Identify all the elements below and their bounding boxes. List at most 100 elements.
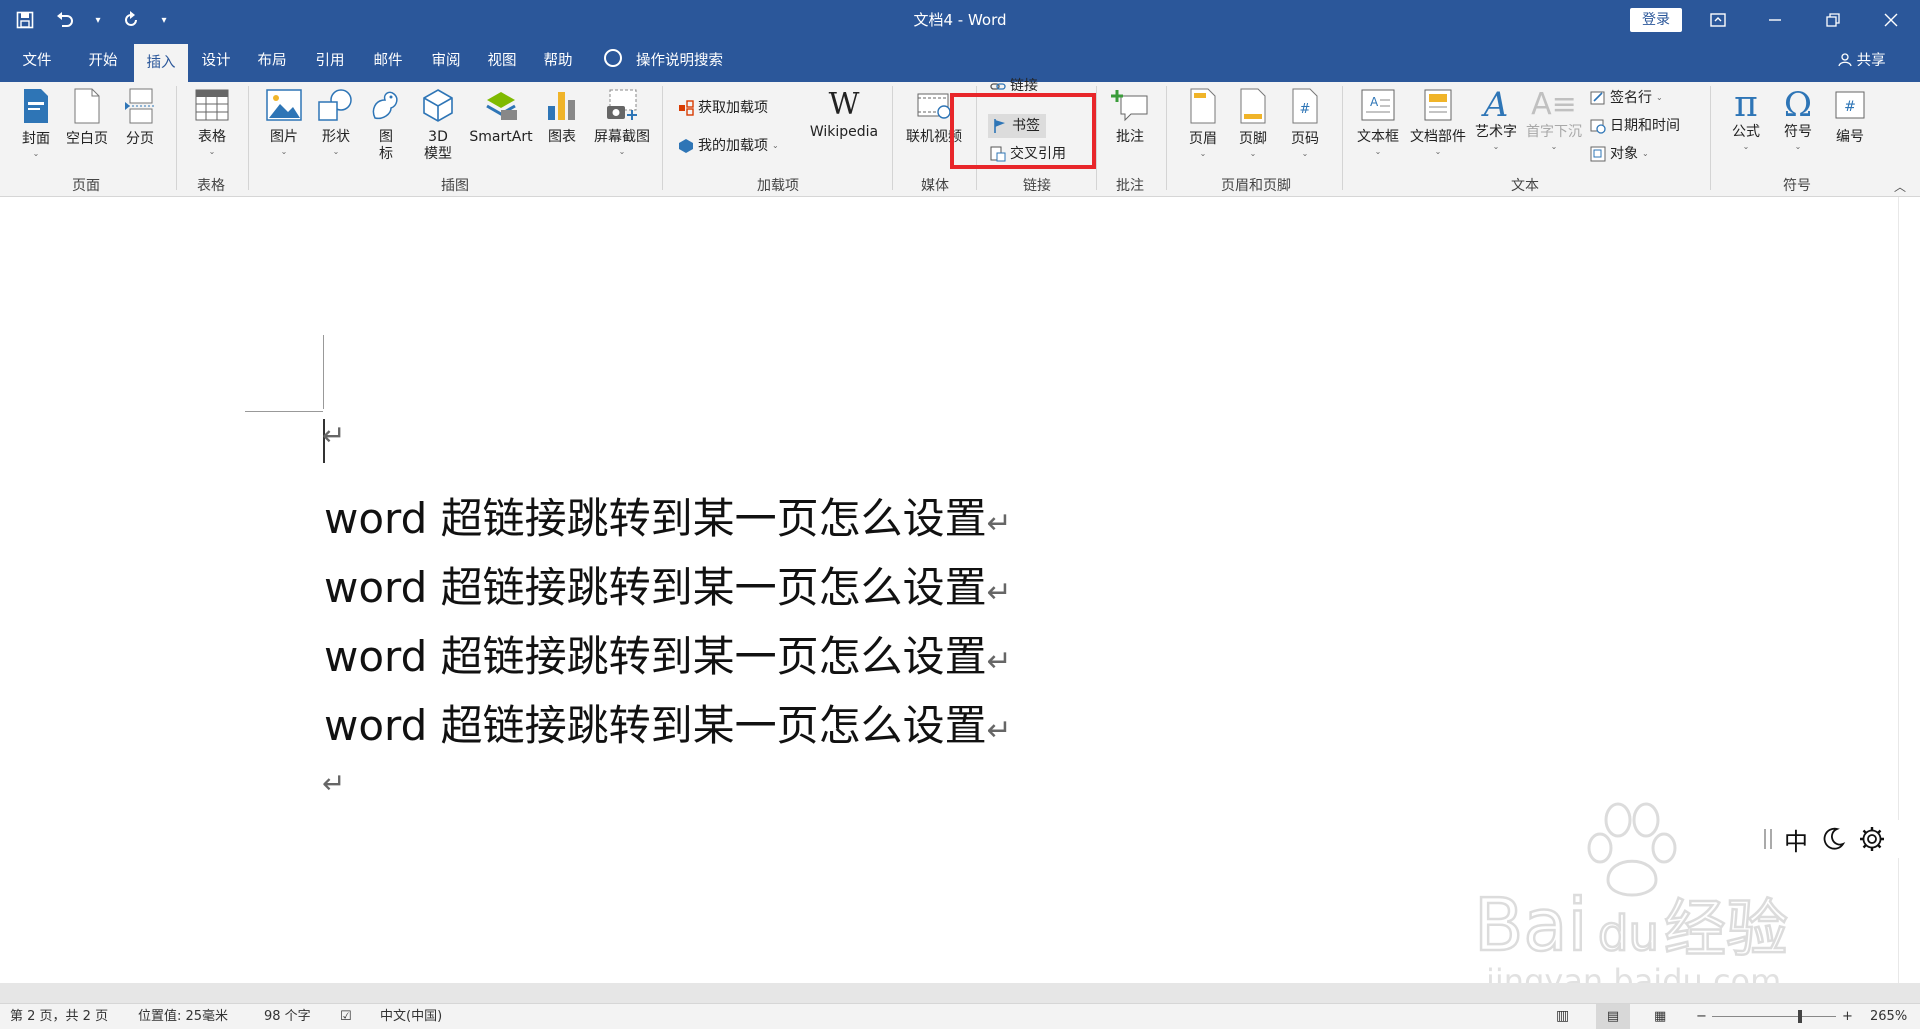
icons-button[interactable]: 图 标: [366, 88, 406, 163]
group-divider: [1342, 86, 1343, 190]
table-label: 表格: [198, 129, 226, 145]
vertical-scrollbar[interactable]: [1898, 197, 1920, 983]
chevron-down-icon: ⌄: [1249, 149, 1257, 158]
footer-button[interactable]: 页脚 ⌄: [1230, 88, 1276, 160]
pictures-label: 图片: [270, 129, 298, 145]
group-divider: [248, 86, 249, 190]
screenshot-button[interactable]: 屏幕截图 ⌄: [588, 88, 656, 158]
object-button[interactable]: 对象 ⌄: [1590, 142, 1649, 166]
group-divider: [1710, 86, 1711, 190]
chevron-down-icon: ⌄: [1492, 142, 1500, 151]
ribbon-display-options-button[interactable]: [1695, 0, 1741, 40]
restore-button[interactable]: [1810, 0, 1856, 40]
undo-button[interactable]: [50, 5, 80, 35]
web-layout-icon[interactable]: ▦: [1654, 1004, 1666, 1029]
page-number-icon: #: [1292, 88, 1318, 124]
tab-file[interactable]: 文件: [8, 40, 66, 82]
date-time-button[interactable]: 日期和时间: [1590, 114, 1680, 138]
gear-icon[interactable]: [1858, 825, 1886, 853]
chevron-down-icon: ⌄: [1656, 93, 1663, 102]
tab-home[interactable]: 开始: [74, 40, 132, 82]
group-divider: [892, 86, 893, 190]
tab-mailings[interactable]: 邮件: [362, 40, 414, 82]
login-button[interactable]: 登录: [1630, 8, 1682, 32]
zoom-level[interactable]: 265%: [1870, 1004, 1907, 1029]
status-bar: 第 2 页，共 2 页 位置值: 25毫米 98 个字 ☑ 中文(中国) ▥ ▤…: [0, 1003, 1920, 1029]
position-status[interactable]: 位置值: 25毫米: [138, 1004, 228, 1029]
chevron-down-icon: ⌄: [1742, 142, 1750, 151]
word-count-status[interactable]: 98 个字: [264, 1004, 311, 1029]
tab-insert[interactable]: 插入: [134, 44, 188, 82]
wikipedia-button[interactable]: W Wikipedia: [804, 88, 884, 141]
zoom-in-button[interactable]: +: [1842, 1004, 1853, 1029]
my-addins-button[interactable]: 我的加载项 ⌄: [678, 134, 779, 158]
close-button[interactable]: [1868, 0, 1914, 40]
pictures-button[interactable]: 图片 ⌄: [262, 88, 306, 158]
group-label-addins: 加载项: [757, 178, 799, 194]
ribbon-tabs: 文件 开始 插入 设计 布局 引用 邮件 审阅 视图 帮助 操作说明搜索 共享: [0, 40, 1920, 82]
text-box-button[interactable]: A 文本框 ⌄: [1352, 88, 1404, 158]
lightbulb-icon: [604, 49, 622, 67]
zoom-out-button[interactable]: −: [1696, 1004, 1707, 1029]
quick-parts-button[interactable]: 文档部件 ⌄: [1406, 88, 1470, 158]
chevron-down-icon: ⌄: [1199, 149, 1207, 158]
shapes-button[interactable]: 形状 ⌄: [314, 88, 358, 158]
save-button[interactable]: [10, 5, 40, 35]
tell-me-search[interactable]: 操作说明搜索: [604, 40, 723, 82]
header-button[interactable]: 页眉 ⌄: [1180, 88, 1226, 160]
equation-button[interactable]: π 公式 ⌄: [1722, 87, 1770, 153]
share-label: 共享: [1856, 53, 1886, 69]
page-count-status[interactable]: 第 2 页，共 2 页: [10, 1004, 108, 1029]
tab-help[interactable]: 帮助: [532, 40, 584, 82]
tab-view[interactable]: 视图: [476, 40, 528, 82]
tab-review[interactable]: 审阅: [418, 40, 474, 82]
page-break-label: 分页: [126, 131, 154, 147]
group-label-tables: 表格: [197, 178, 225, 194]
blank-page-label: 空白页: [66, 131, 108, 147]
page-break-button[interactable]: 分页: [118, 88, 162, 148]
group-label-comments: 批注: [1116, 178, 1144, 194]
number-label: 编号: [1836, 129, 1864, 145]
drop-cap-button[interactable]: A≡ 首字下沉 ⌄: [1522, 88, 1586, 153]
undo-dropdown-icon[interactable]: ▾: [90, 5, 106, 35]
quick-parts-label: 文档部件: [1410, 129, 1466, 145]
svg-text:#: #: [1300, 102, 1311, 117]
number-button[interactable]: # 编号: [1826, 88, 1874, 146]
paragraph-text: word 超链接跳转到某一页怎么设置: [324, 632, 987, 681]
smartart-button[interactable]: SmartArt: [466, 88, 536, 146]
calendar-clock-icon: [1590, 119, 1606, 134]
paragraph-mark: ↵: [322, 767, 346, 800]
paragraph-mark: ↵: [986, 644, 1012, 679]
read-mode-icon[interactable]: ▥: [1556, 1004, 1569, 1029]
share-button[interactable]: 共享: [1838, 40, 1886, 82]
object-label: 对象: [1610, 146, 1638, 162]
zoom-slider-thumb[interactable]: [1798, 1010, 1802, 1023]
chart-button[interactable]: 图表: [540, 88, 584, 146]
proofing-icon[interactable]: ☑: [340, 1004, 352, 1029]
new-comment-button[interactable]: 批注: [1106, 88, 1154, 146]
minimize-button[interactable]: [1752, 0, 1798, 40]
link-icon: [990, 83, 1006, 90]
3d-models-button[interactable]: 3D 模型: [416, 88, 460, 163]
wordart-button[interactable]: A 艺术字 ⌄: [1470, 88, 1522, 153]
customize-qat-icon[interactable]: ▾: [156, 5, 172, 35]
svg-text:A: A: [1370, 95, 1379, 109]
cover-page-button[interactable]: 封面 ⌄: [14, 88, 58, 160]
page-number-button[interactable]: # 页码 ⌄: [1282, 88, 1328, 160]
close-icon: [1884, 13, 1898, 27]
zoom-slider-track[interactable]: [1712, 1016, 1836, 1017]
get-addins-button[interactable]: 获取加载项: [678, 96, 768, 120]
language-status[interactable]: 中文(中国): [380, 1004, 442, 1029]
redo-button[interactable]: [116, 5, 146, 35]
signature-line-button[interactable]: 签名行 ⌄: [1590, 86, 1663, 110]
tab-design[interactable]: 设计: [190, 40, 242, 82]
blank-page-icon: [74, 88, 100, 124]
collapse-ribbon-icon[interactable]: ︿: [1894, 178, 1906, 195]
tell-me-label: 操作说明搜索: [636, 53, 723, 69]
tab-references[interactable]: 引用: [302, 40, 358, 82]
blank-page-button[interactable]: 空白页: [62, 88, 112, 148]
tab-layout[interactable]: 布局: [246, 40, 298, 82]
symbol-button[interactable]: Ω 符号 ⌄: [1774, 88, 1822, 153]
print-layout-icon[interactable]: ▤: [1596, 1004, 1630, 1029]
table-button[interactable]: 表格 ⌄: [190, 88, 234, 158]
